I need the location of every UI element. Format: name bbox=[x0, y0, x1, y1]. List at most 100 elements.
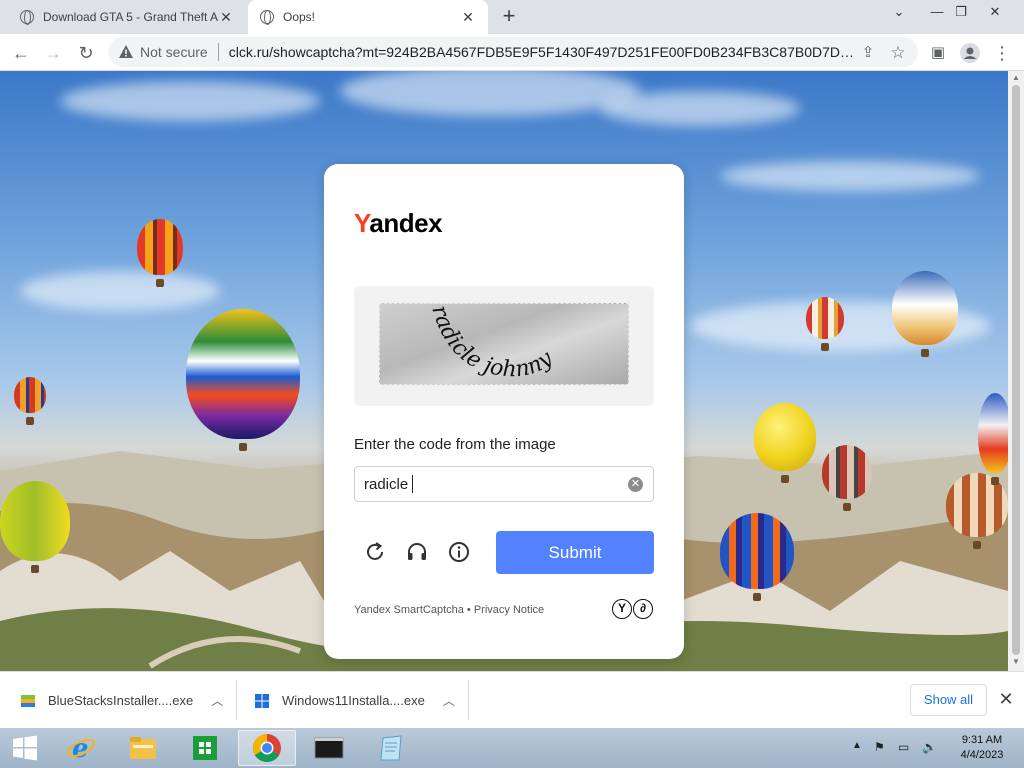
tab-title: Download GTA 5 - Grand Theft A bbox=[43, 10, 218, 24]
captcha-card: Yandex radicle johnny Enter the code fro… bbox=[324, 164, 684, 659]
hot-air-balloon bbox=[137, 219, 183, 287]
yandex-badge-d-icon: ∂ bbox=[633, 599, 653, 619]
cloud bbox=[20, 271, 220, 311]
page-scrollbar[interactable]: ▲ ▼ bbox=[1008, 71, 1024, 671]
captcha-text-graphic: radicle johnny bbox=[426, 304, 558, 382]
chrome-icon bbox=[253, 734, 281, 762]
show-hidden-icons-icon[interactable]: ▲ bbox=[852, 740, 862, 751]
start-button[interactable] bbox=[0, 730, 50, 766]
taskbar-store[interactable] bbox=[176, 730, 234, 766]
audio-captcha-headphones-icon[interactable] bbox=[405, 540, 429, 564]
submit-button[interactable]: Submit bbox=[496, 531, 654, 574]
chevron-up-icon[interactable]: ︿ bbox=[443, 692, 455, 709]
globe-icon bbox=[20, 10, 34, 25]
side-panel-icon[interactable]: ▣ bbox=[926, 41, 950, 65]
network-icon[interactable]: ▭ bbox=[898, 740, 909, 754]
system-clock[interactable]: 9:31 AM 4/4/2023 bbox=[952, 733, 1012, 763]
yandex-logo: Yandex bbox=[354, 208, 443, 238]
captcha-footer: Yandex SmartCaptcha • Privacy Notice bbox=[354, 604, 544, 616]
tab-download-gta[interactable]: Download GTA 5 - Grand Theft A ✕ bbox=[8, 0, 246, 34]
smartcaptcha-link[interactable]: Yandex SmartCaptcha bbox=[354, 604, 464, 616]
share-icon[interactable]: ⇪ bbox=[856, 41, 880, 65]
menu-kebab-icon[interactable]: ⋮ bbox=[990, 41, 1014, 65]
url-text[interactable]: clck.ru/showcaptcha?mt=924B2BA4567FDB5E9… bbox=[229, 44, 858, 60]
taskbar-chrome[interactable] bbox=[238, 730, 296, 766]
show-all-downloads-button[interactable]: Show all bbox=[910, 684, 987, 716]
download-filename: Windows11Installa....exe bbox=[282, 693, 425, 708]
refresh-captcha-icon[interactable] bbox=[363, 540, 387, 564]
captcha-input-value[interactable]: radicle bbox=[364, 476, 408, 493]
cloud bbox=[720, 161, 980, 191]
cloud bbox=[600, 91, 800, 126]
folder-icon bbox=[130, 737, 156, 759]
captcha-image-frame: radicle johnny bbox=[354, 286, 654, 406]
action-center-flag-icon[interactable]: ⚑ bbox=[874, 740, 885, 754]
chevron-up-icon[interactable]: ︿ bbox=[211, 692, 223, 709]
browser-toolbar: ← → ↻ Not secure clck.ru/showcaptcha?mt=… bbox=[0, 34, 1024, 71]
download-item-windows11[interactable]: Windows11Installa....exe ︿ bbox=[254, 672, 455, 729]
windows-logo-icon bbox=[255, 693, 269, 708]
profile-avatar-icon[interactable] bbox=[958, 41, 982, 65]
tab-strip: Download GTA 5 - Grand Theft A ✕ Oops! ✕… bbox=[0, 0, 1024, 34]
hot-air-balloon bbox=[892, 271, 958, 357]
new-tab-button[interactable]: + bbox=[498, 5, 520, 27]
close-window-icon[interactable]: ✕ bbox=[978, 0, 1012, 24]
yandex-badges: Y ∂ bbox=[612, 599, 653, 619]
tab-title: Oops! bbox=[283, 10, 316, 24]
internet-explorer-icon: e bbox=[67, 734, 95, 763]
captcha-code-input[interactable]: radicle ✕ bbox=[354, 466, 654, 502]
privacy-notice-link[interactable]: Privacy Notice bbox=[474, 604, 544, 616]
clear-input-icon[interactable]: ✕ bbox=[628, 477, 643, 492]
store-icon bbox=[193, 736, 217, 760]
taskbar-notepad[interactable] bbox=[362, 730, 420, 766]
cloud bbox=[60, 81, 320, 121]
footer-separator: • bbox=[463, 604, 474, 616]
scrollbar-thumb[interactable] bbox=[1012, 85, 1020, 655]
taskbar-internet-explorer[interactable]: e bbox=[52, 730, 110, 766]
tab-oops[interactable]: Oops! ✕ bbox=[248, 0, 488, 34]
scroll-up-arrow-icon[interactable]: ▲ bbox=[1011, 73, 1021, 82]
taskbar-command-prompt[interactable] bbox=[300, 730, 358, 766]
globe-icon bbox=[260, 10, 274, 25]
hot-air-balloon bbox=[186, 309, 300, 451]
svg-text:radicle johnny: radicle johnny bbox=[426, 304, 558, 382]
forward-icon[interactable]: → bbox=[41, 41, 65, 65]
clock-date: 4/4/2023 bbox=[960, 749, 1004, 761]
close-tab-icon[interactable]: ✕ bbox=[218, 9, 234, 26]
bluestacks-icon bbox=[21, 694, 35, 707]
windows-taskbar: e ▲ ⚑ ▭ 🔈 9:31 AM 4/4/2023 bbox=[0, 728, 1024, 768]
console-icon bbox=[314, 737, 344, 759]
hot-air-balloon bbox=[978, 393, 1008, 485]
back-icon[interactable]: ← bbox=[9, 41, 33, 65]
scroll-down-arrow-icon[interactable]: ▼ bbox=[1011, 657, 1021, 666]
download-divider bbox=[468, 680, 469, 720]
warning-icon[interactable] bbox=[118, 44, 134, 60]
hot-air-balloon bbox=[720, 513, 794, 601]
hot-air-balloon bbox=[822, 445, 872, 511]
hot-air-balloon bbox=[754, 403, 816, 483]
notepad-icon bbox=[380, 735, 402, 761]
bookmark-star-icon[interactable]: ☆ bbox=[886, 41, 910, 65]
info-icon[interactable] bbox=[447, 540, 471, 564]
restore-icon[interactable]: ❐ bbox=[944, 0, 978, 24]
hot-air-balloon bbox=[806, 297, 844, 351]
security-label[interactable]: Not secure bbox=[140, 44, 208, 60]
cloud bbox=[340, 71, 640, 116]
hot-air-balloon bbox=[14, 377, 46, 425]
yandex-badge-y-icon: Y bbox=[612, 599, 632, 619]
reload-icon[interactable]: ↻ bbox=[74, 41, 98, 65]
download-item-bluestacks[interactable]: BlueStacksInstaller....exe ︿ bbox=[20, 672, 223, 729]
close-tab-icon[interactable]: ✕ bbox=[460, 9, 476, 26]
tab-search-chevron-icon[interactable]: ⌄ bbox=[882, 0, 916, 24]
captcha-instruction: Enter the code from the image bbox=[354, 436, 556, 453]
download-filename: BlueStacksInstaller....exe bbox=[48, 693, 194, 708]
download-bar: BlueStacksInstaller....exe ︿ Windows11In… bbox=[0, 671, 1024, 728]
omnibox-divider bbox=[217, 43, 219, 61]
windows-start-icon bbox=[13, 735, 37, 761]
download-divider bbox=[236, 680, 237, 720]
close-download-bar-icon[interactable]: ✕ bbox=[996, 689, 1016, 709]
volume-muted-icon[interactable]: 🔈 bbox=[922, 740, 937, 754]
svg-text:e: e bbox=[72, 734, 89, 763]
taskbar-file-explorer[interactable] bbox=[114, 730, 172, 766]
address-bar[interactable]: Not secure clck.ru/showcaptcha?mt=924B2B… bbox=[108, 37, 918, 67]
